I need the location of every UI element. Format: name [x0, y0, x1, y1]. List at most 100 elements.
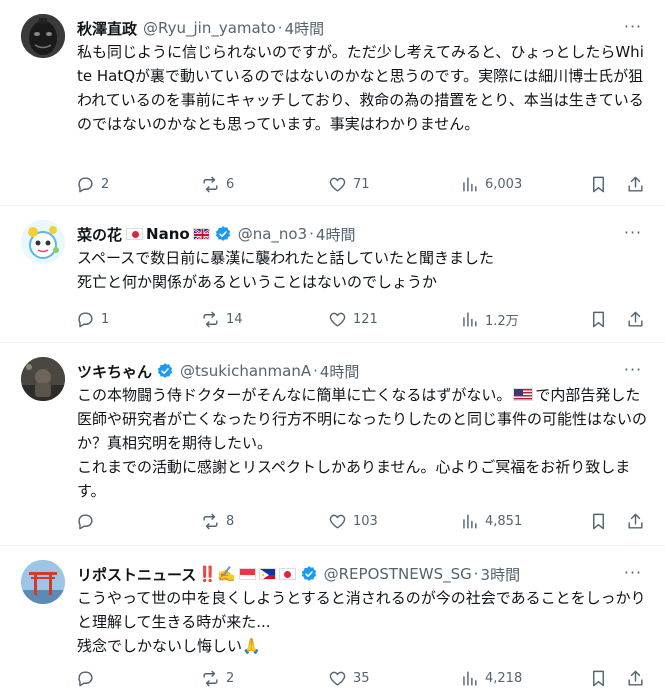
action-bar: 1 14 121 1.2万	[70, 305, 650, 333]
bookmark-icon	[593, 176, 604, 192]
bookmark-icon	[593, 670, 604, 686]
verified-badge-icon	[156, 362, 174, 380]
repost-button[interactable]: 8	[201, 507, 234, 535]
repost-icon	[203, 311, 218, 327]
views-button[interactable]: 6,003	[460, 170, 522, 198]
more-icon[interactable]: ···	[619, 560, 647, 584]
reply-button[interactable]: 1	[76, 305, 109, 333]
bookmark-icon	[593, 513, 604, 529]
share-icon	[628, 513, 643, 529]
reply-button[interactable]	[76, 664, 101, 692]
timestamp[interactable]: 3時間	[481, 564, 521, 585]
views-button[interactable]: 4,851	[460, 507, 522, 535]
like-icon	[329, 514, 346, 529]
views-icon	[463, 513, 477, 529]
verified-badge-icon	[214, 225, 232, 243]
tweet[interactable]: リポストニュース ‼️✍️ @REPOSTNEWS_SG · 3時間 ··· こ…	[0, 546, 665, 695]
bookmark-icon	[593, 311, 604, 327]
japan-flag-icon	[278, 568, 296, 580]
views-icon	[463, 311, 477, 327]
display-name[interactable]: 菜の花	[77, 224, 122, 245]
views-icon	[463, 176, 477, 192]
share-icon	[628, 670, 643, 686]
separator-dot: ·	[313, 362, 318, 380]
display-name-suffix[interactable]: Nano	[146, 225, 190, 243]
bookmark-button[interactable]	[589, 170, 608, 198]
japan-flag-icon	[126, 228, 144, 240]
tweet[interactable]: 菜の花 Nano @na_no3 · 4時間 ··· スペースで数日前に暴漢に襲…	[0, 206, 665, 343]
repost-count: 2	[226, 670, 235, 686]
bookmark-button[interactable]	[589, 305, 608, 333]
share-button[interactable]	[626, 305, 645, 333]
more-icon[interactable]: ···	[619, 14, 647, 38]
share-button[interactable]	[626, 664, 645, 692]
more-icon[interactable]: ···	[619, 357, 647, 381]
philippines-flag-icon	[258, 568, 276, 580]
timestamp[interactable]: 4時間	[285, 18, 325, 39]
avatar[interactable]	[21, 220, 65, 264]
view-count: 1.2万	[485, 313, 519, 329]
name-emoji: ‼️✍️	[198, 565, 236, 583]
like-button[interactable]: 35	[328, 664, 370, 692]
bookmark-button[interactable]	[589, 507, 608, 535]
reply-button[interactable]: 2	[76, 170, 109, 198]
tweet-text-part: この本物闘う侍ドクターがそんなに簡単に亡くなるはずがない。	[77, 386, 512, 404]
repost-icon	[203, 513, 218, 529]
views-button[interactable]: 4,218	[460, 664, 522, 692]
repost-button[interactable]: 6	[201, 170, 234, 198]
display-name[interactable]: リポストニュース	[77, 564, 196, 585]
separator-dot: ·	[309, 225, 314, 243]
like-count: 71	[353, 176, 370, 192]
avatar[interactable]	[21, 357, 65, 401]
avatar[interactable]	[21, 14, 65, 58]
like-icon	[329, 312, 346, 327]
share-icon	[628, 176, 643, 192]
tweet-text: この本物闘う侍ドクターがそんなに簡単に亡くなるはずがない。 で内部告発した医師や研…	[77, 383, 647, 503]
action-bar: 8 103 4,851	[70, 507, 650, 535]
repost-count: 8	[226, 513, 235, 529]
like-button[interactable]: 121	[328, 305, 378, 333]
reply-icon	[78, 670, 93, 686]
timestamp[interactable]: 4時間	[320, 361, 360, 382]
user-handle[interactable]: @na_no3	[238, 225, 307, 243]
user-handle[interactable]: @Ryu_jin_yamato	[143, 19, 276, 37]
repost-button[interactable]: 2	[201, 664, 234, 692]
tweet[interactable]: ツキちゃん @tsukichanmanA · 4時間 ··· この本物闘う侍ドク…	[0, 343, 665, 546]
bookmark-button[interactable]	[589, 664, 608, 692]
like-count: 35	[353, 670, 370, 686]
view-count: 6,003	[485, 176, 523, 192]
separator-dot: ·	[473, 565, 479, 583]
like-count: 121	[353, 311, 378, 327]
display-name[interactable]: 秋澤直政	[77, 18, 137, 39]
user-handle[interactable]: @tsukichanmanA	[180, 362, 311, 380]
avatar[interactable]	[21, 560, 65, 604]
us-flag-icon	[513, 388, 534, 401]
tweet-header: 菜の花 Nano @na_no3 · 4時間	[77, 222, 617, 246]
tweet[interactable]: 秋澤直政 @Ryu_jin_yamato · 4時間 ··· 私も同じように信じ…	[0, 0, 665, 206]
more-icon[interactable]: ···	[619, 220, 647, 244]
uk-flag-icon	[192, 228, 210, 240]
action-bar: 2 6 71 6,003	[70, 170, 650, 198]
share-button[interactable]	[626, 507, 645, 535]
user-handle[interactable]: @REPOSTNEWS_SG	[324, 565, 472, 583]
reply-icon	[78, 311, 93, 327]
reply-count: 1	[101, 311, 110, 327]
repost-icon	[203, 670, 218, 686]
timestamp[interactable]: 4時間	[316, 224, 356, 245]
reply-count: 2	[101, 176, 110, 192]
reply-icon	[78, 176, 93, 192]
share-button[interactable]	[626, 170, 645, 198]
singapore-flag-icon	[238, 568, 256, 580]
reply-button[interactable]	[76, 507, 101, 535]
like-button[interactable]: 71	[328, 170, 370, 198]
like-icon	[329, 177, 346, 192]
view-count: 4,218	[485, 670, 523, 686]
display-name[interactable]: ツキちゃん	[77, 361, 152, 382]
tweet-header: リポストニュース ‼️✍️ @REPOSTNEWS_SG · 3時間	[77, 562, 617, 586]
like-button[interactable]: 103	[328, 507, 378, 535]
reply-feed: 秋澤直政 @Ryu_jin_yamato · 4時間 ··· 私も同じように信じ…	[0, 0, 665, 695]
views-button[interactable]: 1.2万	[460, 305, 519, 333]
repost-icon	[203, 176, 218, 192]
repost-button[interactable]: 14	[201, 305, 243, 333]
action-bar: 2 35 4,218	[70, 664, 650, 692]
